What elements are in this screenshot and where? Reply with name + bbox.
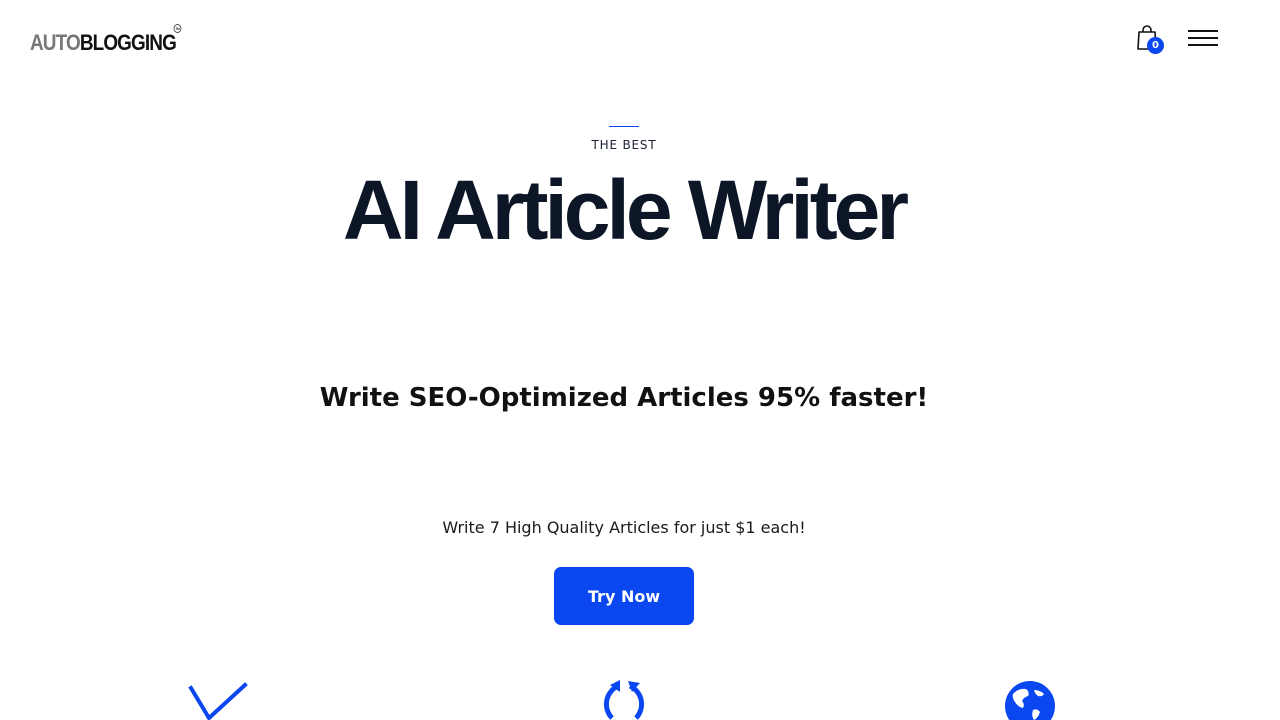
cart-button[interactable]: 0 — [1136, 24, 1166, 54]
check-icon — [188, 682, 248, 720]
hamburger-menu-button[interactable] — [1186, 26, 1220, 50]
menu-line-icon — [1188, 30, 1218, 32]
hero-title: AI Article Writer — [342, 163, 909, 257]
trademark-mark: TM — [173, 24, 182, 33]
logo-text-blogging: BLOGGING — [79, 30, 177, 55]
logo-text-auto: AUTO — [30, 30, 81, 55]
hero-tagline: Write 7 High Quality Articles for just $… — [442, 518, 806, 537]
refresh-icon — [603, 680, 645, 720]
try-now-button[interactable]: Try Now — [554, 567, 694, 625]
menu-line-icon — [1188, 44, 1218, 46]
globe-icon — [1005, 681, 1055, 720]
eyebrow-divider — [609, 126, 639, 127]
page: AUTO BLOGGING TM 0 THE BEST AI Article Wr… — [0, 0, 1280, 720]
hero-subtitle: Write SEO-Optimized Articles 95% faster! — [319, 383, 929, 413]
menu-line-icon — [1188, 37, 1218, 39]
logo[interactable]: AUTO BLOGGING TM — [30, 24, 182, 56]
cart-count-badge: 0 — [1147, 37, 1164, 54]
eyebrow-label: THE BEST — [591, 138, 657, 152]
